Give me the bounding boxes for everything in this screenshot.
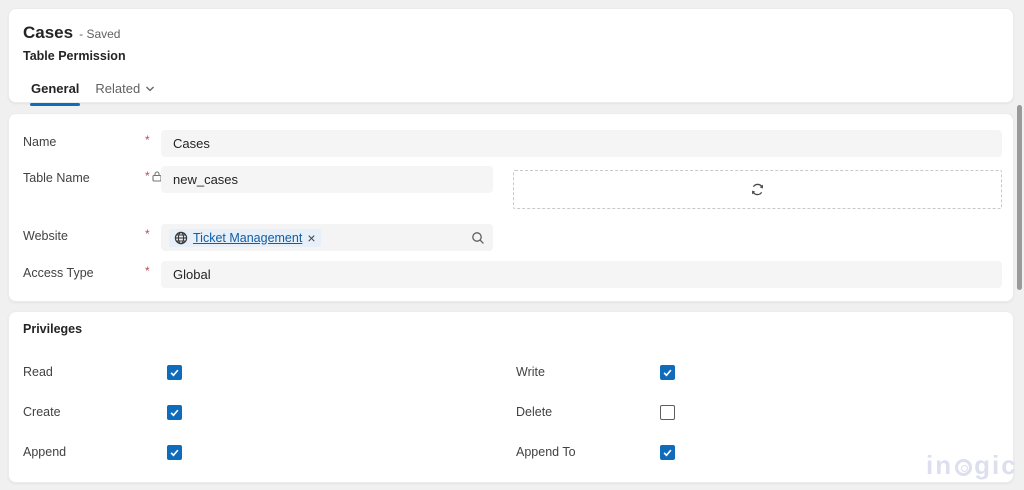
name-input[interactable]: Cases [161, 130, 1002, 157]
create-checkbox[interactable] [167, 404, 182, 420]
field-row-access-type: Access Type * Global [9, 261, 1013, 288]
watermark-suffix: gic [974, 450, 1018, 480]
append-to-label: Append To [516, 445, 576, 459]
create-label: Create [23, 405, 61, 419]
website-lookup-field[interactable]: Ticket Management × [161, 224, 493, 251]
tab-related-label: Related [95, 81, 141, 96]
access-type-input[interactable]: Global [161, 261, 1002, 288]
table-name-label: Table Name [23, 171, 90, 185]
access-type-value: Global [173, 267, 211, 282]
website-record-link[interactable]: Ticket Management [193, 231, 302, 245]
privilege-row-delete: Delete [516, 402, 996, 422]
inogic-logo-icon [955, 458, 973, 476]
vertical-scrollbar-thumb[interactable] [1017, 105, 1022, 290]
write-label: Write [516, 365, 545, 379]
record-header-card: Cases - Saved Table Permission General Re… [8, 8, 1014, 106]
name-label: Name [23, 135, 57, 149]
form-tabs: General Related [23, 77, 163, 106]
globe-icon [174, 231, 188, 245]
table-name-input[interactable]: new_cases [161, 166, 493, 193]
search-icon[interactable] [471, 231, 485, 245]
name-value: Cases [173, 136, 210, 151]
append-label: Append [23, 445, 67, 459]
table-name-value: new_cases [173, 172, 239, 187]
website-label: Website [23, 229, 68, 243]
tab-related[interactable]: Related [87, 77, 163, 106]
watermark-prefix: in [926, 450, 954, 480]
website-selected-chip: Ticket Management × [169, 228, 321, 247]
field-row-table-name: Table Name * new_cases [9, 166, 1013, 209]
record-title: Cases [23, 23, 74, 42]
append-checkbox[interactable] [167, 444, 182, 460]
tab-general-label: General [31, 81, 80, 96]
inogic-watermark: in gic [926, 450, 1018, 481]
append-to-checkbox[interactable] [660, 444, 675, 460]
remove-selection-icon[interactable]: × [307, 231, 315, 245]
tab-general[interactable]: General [23, 77, 87, 106]
privileges-card: Privileges Read Create Append Write Dele… [8, 311, 1014, 483]
entity-type-label: Table Permission [23, 49, 126, 63]
privileges-section-title: Privileges [23, 322, 83, 336]
field-row-name: Name * Cases [9, 130, 1013, 157]
privilege-row-read: Read [23, 362, 503, 382]
refresh-icon[interactable] [750, 182, 765, 197]
chevron-down-icon [145, 84, 155, 94]
write-checkbox[interactable] [660, 364, 675, 380]
privilege-row-write: Write [516, 362, 996, 382]
privilege-row-append: Append [23, 442, 503, 462]
delete-checkbox[interactable] [660, 404, 675, 420]
general-form-card: Name * Cases Table Name * new_cases Webs… [8, 113, 1014, 302]
delete-label: Delete [516, 405, 553, 419]
record-save-status: - Saved [79, 27, 121, 41]
refresh-panel[interactable] [513, 170, 1002, 209]
access-type-label: Access Type [23, 266, 94, 280]
read-checkbox[interactable] [167, 364, 182, 380]
field-row-website: Website * Ticket Management × [9, 224, 1013, 251]
privilege-row-append-to: Append To [516, 442, 996, 462]
privilege-row-create: Create [23, 402, 503, 422]
record-title-row: Cases - Saved [23, 23, 120, 43]
read-label: Read [23, 365, 53, 379]
